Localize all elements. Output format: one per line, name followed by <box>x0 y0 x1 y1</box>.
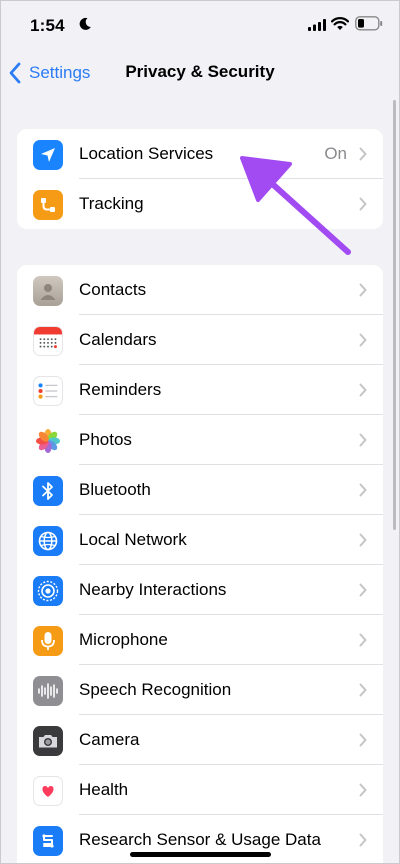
row-camera[interactable]: Camera <box>17 715 383 765</box>
chevron-right-icon <box>359 433 367 447</box>
health-heart-icon <box>33 776 63 806</box>
waveform-icon <box>33 676 63 706</box>
reminders-icon <box>33 376 63 406</box>
home-indicator[interactable] <box>130 852 271 857</box>
status-time: 1:54 <box>30 16 65 35</box>
chevron-right-icon <box>359 483 367 497</box>
row-photos[interactable]: Photos <box>17 415 383 465</box>
row-label: Research Sensor & Usage Data <box>79 830 321 849</box>
microphone-icon <box>33 626 63 656</box>
row-label: Photos <box>79 430 132 449</box>
row-contacts[interactable]: Contacts <box>17 265 383 315</box>
chevron-right-icon <box>359 733 367 747</box>
row-label: Tracking <box>79 194 144 213</box>
row-label: Health <box>79 780 129 799</box>
chevron-right-icon <box>359 833 367 847</box>
row-health[interactable]: Health <box>17 765 383 815</box>
page-title: Privacy & Security <box>125 62 275 81</box>
row-label: Calendars <box>79 330 157 349</box>
annotation-arrow-icon <box>240 156 351 255</box>
status-bar: 1:54 <box>0 0 400 50</box>
permissions-group: Contacts Calendars Reminders Photos Blue… <box>17 265 383 864</box>
contacts-icon <box>33 276 63 306</box>
chevron-right-icon <box>359 583 367 597</box>
row-label: Location Services <box>79 144 214 163</box>
tracking-icon <box>33 190 63 220</box>
row-label: Camera <box>79 730 140 749</box>
row-label: Contacts <box>79 280 147 299</box>
row-reminders[interactable]: Reminders <box>17 365 383 415</box>
row-label: Microphone <box>79 630 168 649</box>
row-label: Local Network <box>79 530 187 549</box>
globe-icon <box>33 526 63 556</box>
navigation-bar: Settings Privacy & Security <box>0 50 400 94</box>
chevron-right-icon <box>359 283 367 297</box>
wifi-icon <box>331 17 349 30</box>
nearby-interactions-icon <box>33 576 63 606</box>
chevron-right-icon <box>359 783 367 797</box>
chevron-right-icon <box>359 197 367 211</box>
row-nearby-interactions[interactable]: Nearby Interactions <box>17 565 383 615</box>
row-speech-recognition[interactable]: Speech Recognition <box>17 665 383 715</box>
research-icon <box>33 826 63 856</box>
location-arrow-icon <box>33 140 63 170</box>
bluetooth-icon <box>33 476 63 506</box>
chevron-right-icon <box>359 633 367 647</box>
chevron-right-icon <box>359 533 367 547</box>
calendar-icon <box>33 326 63 356</box>
camera-icon <box>33 726 63 756</box>
row-bluetooth[interactable]: Bluetooth <box>17 465 383 515</box>
row-calendars[interactable]: Calendars <box>17 315 383 365</box>
chevron-right-icon <box>359 333 367 347</box>
row-local-network[interactable]: Local Network <box>17 515 383 565</box>
photos-icon <box>33 426 63 456</box>
row-label: Nearby Interactions <box>79 580 227 599</box>
chevron-right-icon <box>359 383 367 397</box>
scroll-indicator[interactable] <box>393 100 396 530</box>
moon-icon <box>79 17 91 30</box>
battery-icon <box>355 16 383 31</box>
row-label: Reminders <box>79 380 162 399</box>
row-label: Speech Recognition <box>79 680 232 699</box>
chevron-right-icon <box>359 147 367 161</box>
chevron-right-icon <box>359 683 367 697</box>
cellular-signal-icon <box>308 19 326 31</box>
row-label: Bluetooth <box>79 480 151 499</box>
row-microphone[interactable]: Microphone <box>17 615 383 665</box>
